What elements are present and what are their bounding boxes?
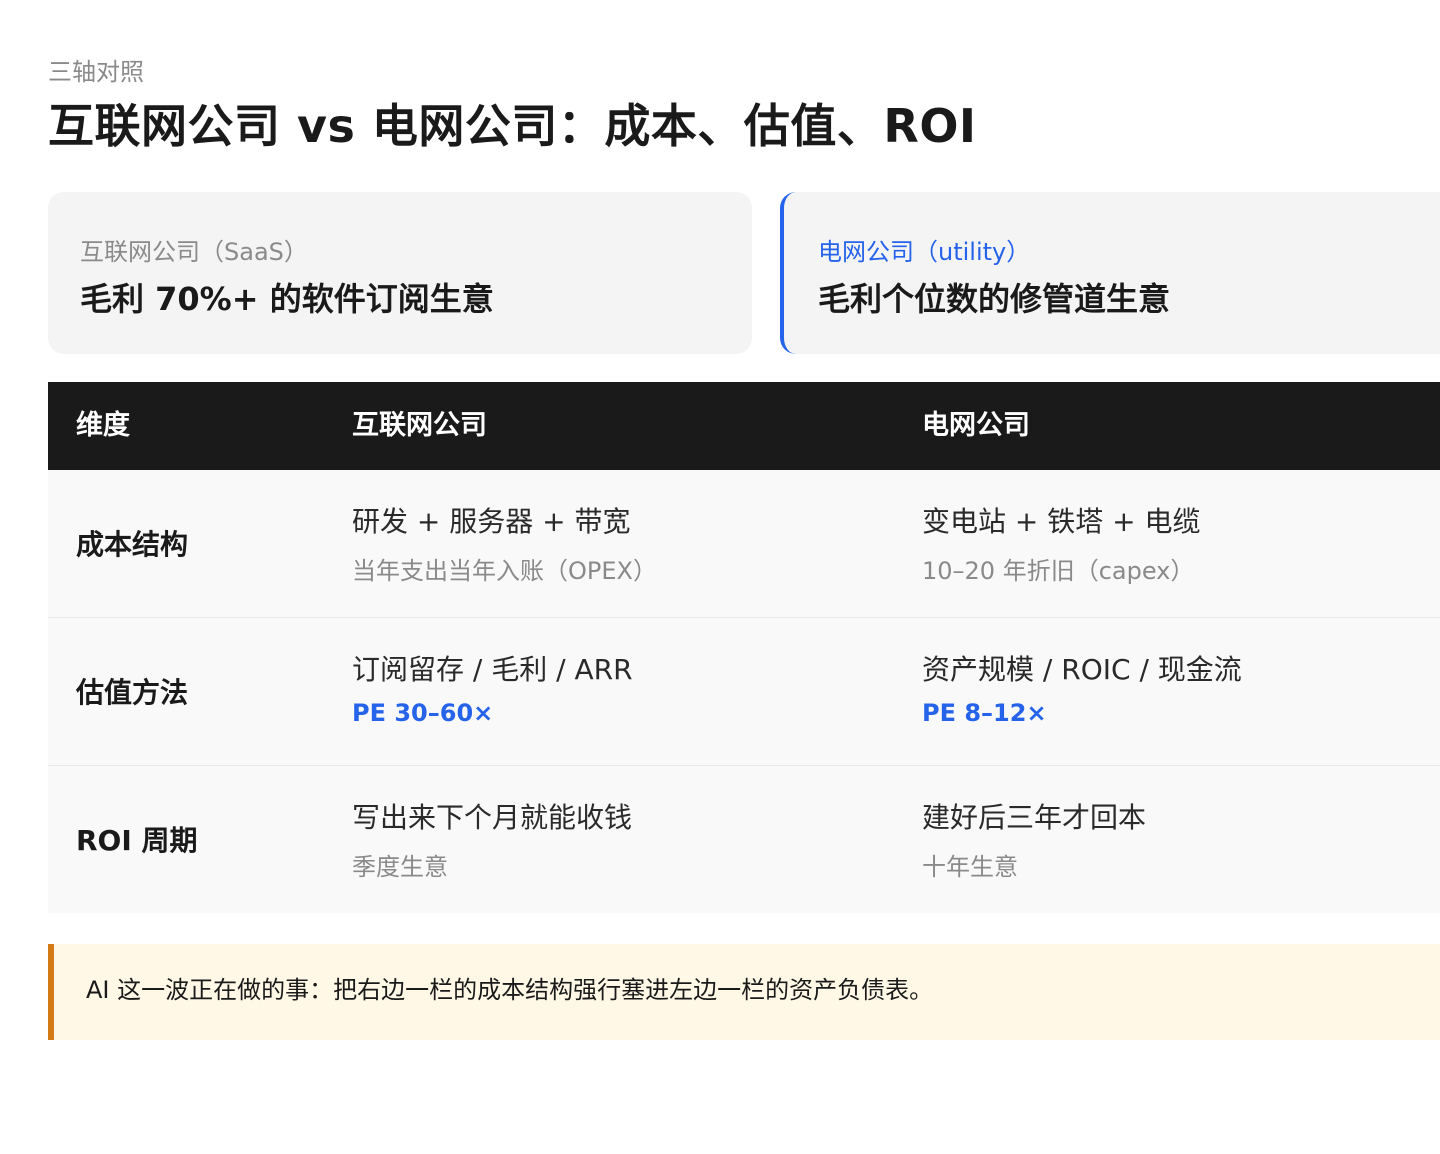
callout-box: AI 这一波正在做的事：把右边一栏的成本结构强行塞进左边一栏的资产负债表。 [48, 944, 1440, 1040]
table-row-valuation: 估值方法 订阅留存 / 毛利 / ARR PE 30–60× 资产规模 / RO… [48, 618, 1440, 766]
column-header-grid: 电网公司 [922, 410, 1030, 441]
table-header: 维度 互联网公司 电网公司 [48, 382, 1440, 470]
row-dimension: 估值方法 [76, 676, 189, 709]
internet-cell-sub: 当年支出当年入账（OPEX） [352, 557, 657, 585]
grid-cell-main: 建好后三年才回本 [922, 801, 1147, 834]
eyebrow-label: 三轴对照 [48, 58, 144, 86]
internet-cell-sub: 季度生意 [352, 853, 448, 881]
comparison-table: 维度 互联网公司 电网公司 成本结构 研发 + 服务器 + 带宽 当年支出当年入… [48, 382, 1440, 913]
callout-text: AI 这一波正在做的事：把右边一栏的成本结构强行塞进左边一栏的资产负债表。 [86, 976, 934, 1004]
page: 三轴对照 互联网公司 vs 电网公司：成本、估值、ROI 互联网公司（SaaS）… [0, 0, 1440, 1154]
column-header-internet: 互联网公司 [352, 410, 487, 441]
row-dimension: 成本结构 [76, 528, 189, 561]
column-header-dimension: 维度 [76, 410, 130, 441]
grid-card: 电网公司（utility） 毛利个位数的修管道生意 [780, 192, 1440, 354]
internet-card: 互联网公司（SaaS） 毛利 70%+ 的软件订阅生意 [48, 192, 752, 354]
internet-card-label: 互联网公司（SaaS） [80, 238, 308, 266]
row-dimension: ROI 周期 [76, 824, 198, 857]
page-title: 互联网公司 vs 电网公司：成本、估值、ROI [48, 99, 977, 153]
grid-card-label: 电网公司（utility） [818, 238, 1031, 266]
internet-card-headline: 毛利 70%+ 的软件订阅生意 [80, 280, 494, 318]
grid-pe-multiple: PE 8–12× [922, 699, 1047, 727]
grid-cell-sub: 10–20 年折旧（capex） [922, 557, 1195, 585]
grid-cell-sub: 十年生意 [922, 853, 1018, 881]
grid-cell-main: 资产规模 / ROIC / 现金流 [922, 653, 1242, 686]
table-row-cost: 成本结构 研发 + 服务器 + 带宽 当年支出当年入账（OPEX） 变电站 + … [48, 470, 1440, 618]
table-row-roi: ROI 周期 写出来下个月就能收钱 季度生意 建好后三年才回本 十年生意 [48, 766, 1440, 913]
internet-cell-main: 订阅留存 / 毛利 / ARR [352, 653, 633, 686]
internet-pe-multiple: PE 30–60× [352, 699, 494, 727]
internet-cell-main: 写出来下个月就能收钱 [352, 801, 633, 834]
grid-card-headline: 毛利个位数的修管道生意 [818, 280, 1171, 318]
internet-cell-main: 研发 + 服务器 + 带宽 [352, 505, 631, 538]
grid-cell-main: 变电站 + 铁塔 + 电缆 [922, 505, 1201, 538]
